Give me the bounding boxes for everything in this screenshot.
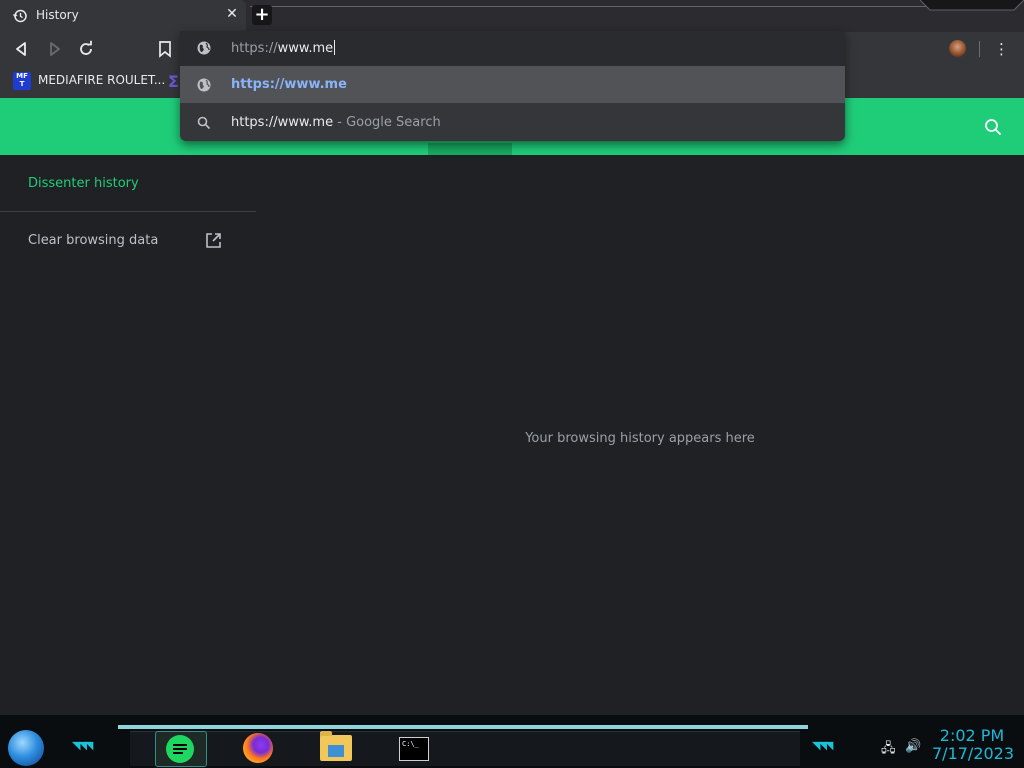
terminal-icon: C:\_ (399, 737, 429, 761)
back-icon[interactable] (12, 39, 32, 59)
folder-icon (320, 731, 352, 761)
profile-avatar[interactable] (949, 40, 966, 57)
tab-strip-line (250, 6, 930, 7)
suggestion-search-text: https://www.me - Google Search (231, 115, 441, 130)
suggestion-url[interactable]: https://www.me (180, 66, 845, 103)
address-bar[interactable]: https://www.me (180, 31, 845, 66)
tab-strip: History ✕ + (0, 0, 1024, 32)
sidebar-divider (0, 211, 256, 212)
clear-browsing-data-link[interactable]: Clear browsing data (28, 233, 158, 248)
forward-icon[interactable] (44, 39, 64, 59)
reload-icon[interactable] (76, 39, 96, 59)
taskbar-app-firefox[interactable] (240, 731, 276, 765)
sigma-bookmark-icon[interactable]: Σ (168, 72, 179, 91)
close-tab-icon[interactable]: ✕ (224, 6, 240, 22)
search-engine-suffix: - Google Search (333, 115, 441, 130)
bookmark-icon[interactable] (155, 39, 175, 59)
sidebar-item-history[interactable]: Dissenter history (28, 176, 139, 191)
suggestion-search[interactable]: https://www.me - Google Search (180, 104, 845, 141)
taskbar-strip (118, 725, 808, 729)
mediafire-icon: MF T (13, 72, 31, 90)
clock-date: 7/17/2023 (932, 744, 1015, 763)
music-app-icon (166, 735, 194, 763)
bookmark-label: MEDIAFIRE ROULET... (38, 73, 166, 87)
suggestion-url-text: https://www.me (231, 77, 347, 92)
system-clock[interactable]: 2:02 PM 7/17/2023 (932, 726, 1015, 763)
search-icon (197, 116, 211, 130)
window-frame-decoration (920, 0, 1024, 11)
address-input[interactable]: https://www.me (231, 40, 336, 56)
empty-history-message: Your browsing history appears here (525, 431, 755, 446)
firefox-icon (243, 733, 273, 763)
omnibox-dropdown: https://www.me https://www.me https://ww… (180, 31, 845, 141)
decor-chevrons-right: ◥◥◥ (812, 739, 833, 752)
globe-icon (197, 41, 211, 55)
taskbar-tray-area (130, 731, 800, 766)
terminal-icon-text: C:\_ (402, 740, 419, 748)
menu-icon[interactable]: ⋮ (994, 40, 1009, 58)
globe-icon (197, 78, 211, 92)
taskbar-app-terminal[interactable]: C:\_ (385, 731, 441, 765)
history-icon (12, 9, 27, 23)
sidebar: Dissenter history Clear browsing data (0, 155, 256, 715)
network-icon[interactable]: 🖧 (881, 739, 897, 756)
new-tab-button[interactable]: + (252, 5, 272, 25)
search-query: https://www.me (231, 115, 334, 130)
taskbar: ◥◥◥ ◥◥◥ C:\_ 🖧 🔊 2:02 PM 7/17/2023 (0, 715, 1024, 768)
start-button[interactable] (8, 730, 44, 766)
decor-chevrons-left: ◥◥◥ (72, 739, 93, 752)
url-scheme: https:// (231, 41, 278, 56)
tab-title: History (36, 8, 79, 22)
open-external-icon[interactable] (205, 232, 222, 249)
header-accent-strip (428, 143, 512, 155)
clock-time: 2:02 PM (939, 726, 1005, 745)
volume-icon[interactable]: 🔊 (905, 739, 921, 755)
url-host: www.me (277, 41, 334, 56)
taskbar-app-explorer[interactable] (318, 731, 354, 765)
toolbar-divider (979, 41, 980, 57)
tab-history[interactable]: History ✕ (0, 0, 246, 32)
taskbar-app-music[interactable] (155, 731, 207, 767)
text-caret (334, 40, 336, 55)
search-icon[interactable] (984, 118, 1002, 136)
